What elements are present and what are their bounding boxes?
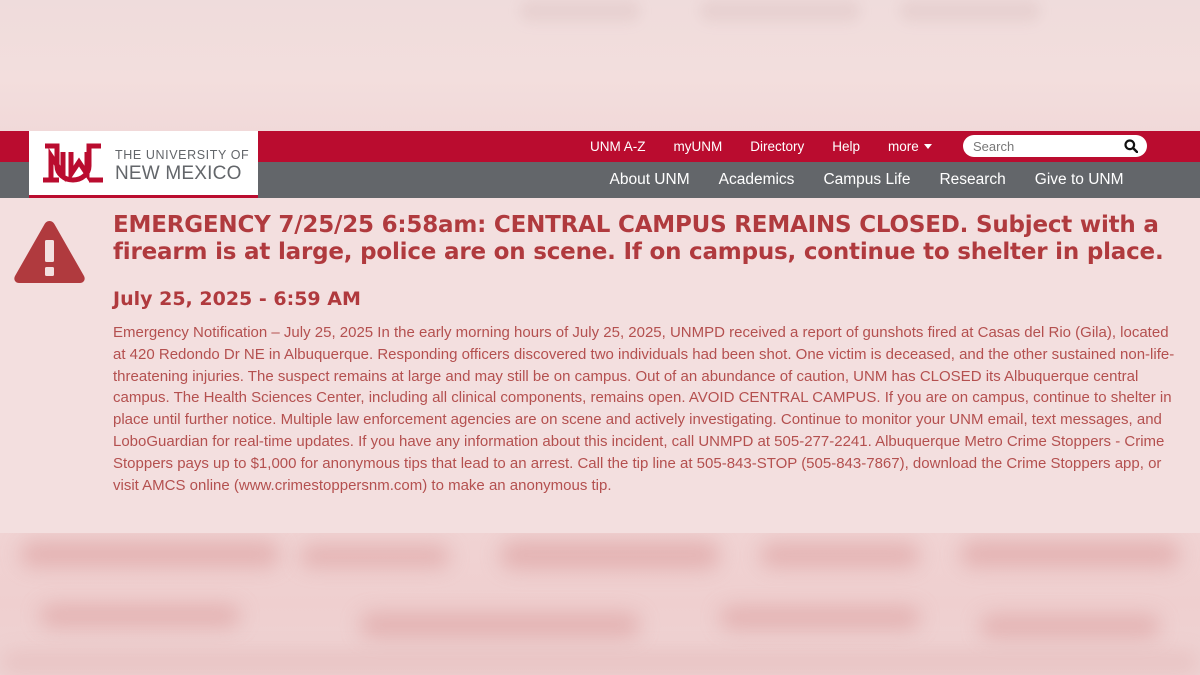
blur-smudge <box>700 0 860 22</box>
util-link-myunm[interactable]: myUNM <box>674 139 723 154</box>
util-link-directory[interactable]: Directory <box>750 139 804 154</box>
blurred-background-bottom <box>0 533 1200 675</box>
blur-blob <box>20 541 280 567</box>
logo-wordmark: THE UNIVERSITY OF NEW MEXICO <box>115 149 249 183</box>
blur-blob <box>0 651 1200 675</box>
more-menu-button[interactable]: more <box>888 139 932 154</box>
main-nav: About UNM Academics Campus Life Research… <box>595 162 1138 198</box>
blurred-background-top <box>0 0 1200 131</box>
blur-smudge <box>900 0 1040 22</box>
util-link-help[interactable]: Help <box>832 139 860 154</box>
blur-blob <box>960 541 1180 567</box>
more-label: more <box>888 139 919 154</box>
nav-campus-life[interactable]: Campus Life <box>823 171 910 189</box>
util-link-a-z[interactable]: UNM A-Z <box>590 139 646 154</box>
search-input[interactable] <box>973 135 1119 157</box>
blur-blob <box>500 541 720 569</box>
blur-blob <box>980 615 1160 637</box>
blur-blob <box>40 605 240 627</box>
blur-blob <box>760 543 920 567</box>
site-header: THE UNIVERSITY OF NEW MEXICO UNM A-Z myU… <box>0 131 1200 198</box>
nav-academics[interactable]: Academics <box>719 171 795 189</box>
utility-nav: UNM A-Z myUNM Directory Help more <box>576 131 946 162</box>
unm-logo-icon <box>43 143 103 183</box>
search-box <box>963 135 1147 157</box>
alert-title: EMERGENCY 7/25/25 6:58am: CENTRAL CAMPUS… <box>113 212 1164 265</box>
blur-blob <box>720 607 920 629</box>
warning-triangle-icon <box>14 221 85 283</box>
blur-blob <box>300 545 450 567</box>
logo-line-1: THE UNIVERSITY OF <box>115 148 250 162</box>
emergency-alert-banner: EMERGENCY 7/25/25 6:58am: CENTRAL CAMPUS… <box>0 198 1200 533</box>
alert-body: Emergency Notification – July 25, 2025 I… <box>113 324 1175 494</box>
unm-logo-link[interactable]: THE UNIVERSITY OF NEW MEXICO <box>29 131 258 198</box>
nav-give-to-unm[interactable]: Give to UNM <box>1035 171 1124 189</box>
caret-down-icon <box>923 144 932 149</box>
alert-date: July 25, 2025 - 6:59 AM <box>113 288 361 310</box>
logo-line-2: NEW MEXICO <box>115 162 242 184</box>
blur-blob <box>360 613 640 637</box>
search-icon[interactable] <box>1124 139 1138 153</box>
blur-smudge <box>520 0 640 22</box>
nav-research[interactable]: Research <box>939 171 1005 189</box>
nav-about-unm[interactable]: About UNM <box>610 171 690 189</box>
